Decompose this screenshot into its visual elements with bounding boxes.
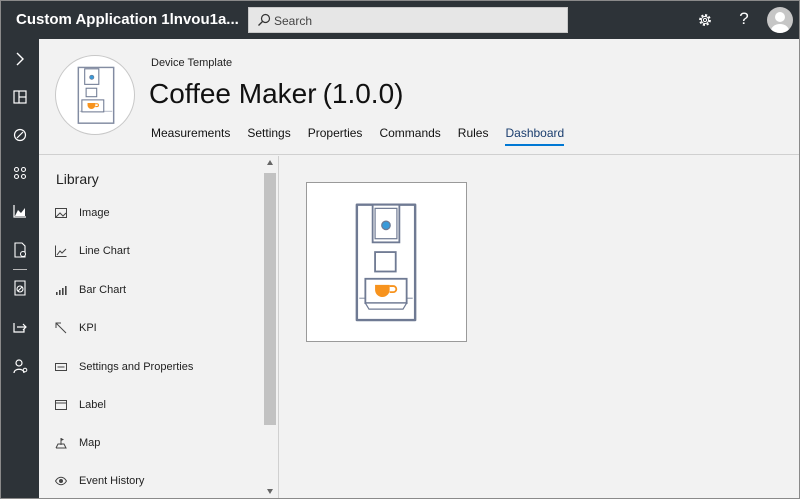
app-window: Custom Application 1lnvou1a... Search ?: [0, 0, 800, 499]
library-item-label: KPI: [79, 322, 97, 334]
library-item-map[interactable]: Map: [55, 435, 255, 453]
top-bar: Custom Application 1lnvou1a... Search ?: [1, 1, 799, 39]
coffee-maker-image: [77, 66, 115, 124]
template-caption: Device Template: [151, 57, 233, 69]
template-tabs: Measurements Settings Properties Command…: [151, 126, 581, 146]
tab-dashboard[interactable]: Dashboard: [505, 126, 565, 146]
chevron-right-icon[interactable]: [12, 51, 28, 67]
tab-properties[interactable]: Properties: [308, 126, 363, 146]
scroll-down-arrow[interactable]: [267, 489, 273, 494]
tab-settings[interactable]: Settings: [247, 126, 290, 146]
library-item-image[interactable]: Image: [55, 205, 255, 223]
search-placeholder: Search: [274, 14, 313, 28]
search-box[interactable]: Search: [248, 7, 568, 33]
coffee-maker-image: [355, 203, 417, 322]
help-icon[interactable]: ?: [738, 9, 750, 29]
app-title[interactable]: Custom Application 1lnvou1a...: [16, 11, 239, 28]
line-chart-icon: [55, 245, 67, 257]
library-heading: Library: [56, 171, 99, 187]
device-sets-icon[interactable]: [12, 165, 28, 181]
template-name: Coffee Maker: [149, 78, 317, 109]
scroll-up-arrow[interactable]: [267, 160, 273, 165]
library-item-label: Label: [79, 399, 106, 411]
library-item-line-chart[interactable]: Line Chart: [55, 243, 255, 261]
image-tile[interactable]: [306, 182, 467, 342]
library-item-label: Settings and Properties: [79, 361, 194, 373]
rail-divider: [13, 269, 27, 270]
dashboard-icon[interactable]: [12, 89, 28, 105]
page-title: Coffee Maker (1.0.0): [149, 78, 404, 110]
rules-icon[interactable]: [12, 280, 28, 296]
library-item-label: Event History: [79, 475, 145, 487]
library-panel: Library Image Line Chart Bar Chart KPI S…: [39, 156, 279, 498]
search-icon: [258, 13, 271, 26]
dashboard-canvas: [280, 156, 799, 498]
template-header: Device Template Coffee Maker (1.0.0) Meas…: [39, 39, 799, 155]
gear-icon[interactable]: [697, 12, 713, 28]
library-item-label-widget[interactable]: Label: [55, 397, 255, 415]
template-thumbnail: [55, 55, 135, 135]
library-item-label: Bar Chart: [79, 284, 127, 296]
user-avatar-icon: [771, 12, 789, 33]
image-icon: [55, 208, 67, 218]
template-version: (1.0.0): [322, 78, 404, 109]
device-templates-icon[interactable]: [12, 242, 28, 258]
jobs-icon[interactable]: [12, 319, 28, 335]
library-item-kpi[interactable]: KPI: [55, 320, 255, 338]
library-scrollbar-thumb[interactable]: [264, 173, 276, 425]
left-nav-rail: [1, 39, 39, 498]
administration-icon[interactable]: [12, 358, 28, 374]
kpi-icon: [55, 322, 67, 334]
library-item-event-history[interactable]: Event History: [55, 473, 255, 491]
library-item-label: Image: [79, 207, 110, 219]
map-icon: [55, 438, 67, 449]
bar-chart-icon: [56, 286, 67, 295]
explorer-icon[interactable]: [12, 127, 28, 143]
library-item-label: Map: [79, 437, 101, 449]
event-history-icon: [55, 476, 67, 486]
label-icon: [55, 400, 67, 410]
avatar[interactable]: [767, 7, 793, 33]
library-item-settings-and-properties[interactable]: Settings and Properties: [55, 359, 255, 377]
tab-commands[interactable]: Commands: [379, 126, 440, 146]
library-item-bar-chart[interactable]: Bar Chart: [55, 282, 255, 300]
library-item-label: Line Chart: [79, 245, 130, 257]
tab-measurements[interactable]: Measurements: [151, 126, 230, 146]
settings-properties-icon: [55, 363, 67, 371]
tab-rules[interactable]: Rules: [458, 126, 489, 146]
analytics-icon[interactable]: [12, 203, 28, 219]
